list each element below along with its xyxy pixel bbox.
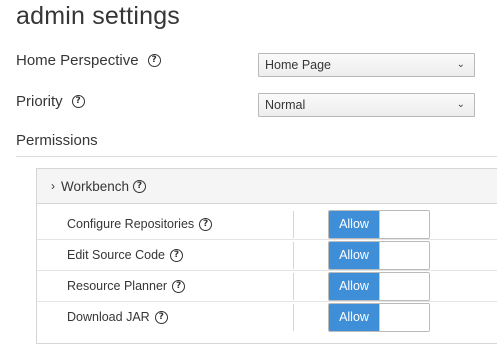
permission-label: Edit Source Code <box>67 248 165 262</box>
column-divider <box>293 242 294 269</box>
chevron-down-icon: ⌄ <box>456 59 465 70</box>
column-divider <box>293 273 294 300</box>
priority-value: Normal <box>265 98 306 112</box>
help-icon[interactable]: ? <box>147 54 161 67</box>
permission-row: Configure Repositories ? Allow <box>37 209 497 240</box>
allow-toggle-on[interactable]: Allow <box>329 242 379 269</box>
chevron-right-icon: › <box>51 179 55 193</box>
column-divider <box>293 211 294 238</box>
allow-toggle[interactable]: Allow <box>328 210 430 239</box>
page-title: admin settings <box>16 2 180 30</box>
column-divider <box>293 304 294 331</box>
allow-toggle-on[interactable]: Allow <box>329 273 379 300</box>
admin-settings-page: admin settings Home Perspective ? Home P… <box>0 0 497 351</box>
permission-label: Resource Planner <box>67 279 168 293</box>
permissions-label: Permissions <box>16 132 98 149</box>
help-icon[interactable]: ? <box>172 279 186 293</box>
help-icon[interactable]: ? <box>133 179 147 193</box>
priority-label: Priority <box>16 93 63 110</box>
permission-label-row: Resource Planner ? <box>67 271 186 301</box>
divider <box>16 156 497 157</box>
allow-toggle[interactable]: Allow <box>328 241 430 270</box>
permissions-panel: › Workbench ? Configure Repositories ? A… <box>36 168 497 344</box>
home-perspective-value: Home Page <box>265 58 332 72</box>
allow-toggle[interactable]: Allow <box>328 303 430 332</box>
allow-toggle-on[interactable]: Allow <box>329 304 379 331</box>
home-perspective-label: Home Perspective <box>16 52 139 69</box>
chevron-down-icon: ⌄ <box>456 99 465 110</box>
help-icon[interactable]: ? <box>71 95 85 108</box>
permission-row: Edit Source Code ? Allow <box>37 240 497 271</box>
permissions-label-row: Permissions <box>16 132 98 149</box>
permission-label-row: Configure Repositories ? <box>67 209 213 239</box>
workbench-section-header[interactable]: › Workbench ? <box>37 169 497 204</box>
allow-toggle-on[interactable]: Allow <box>329 211 379 238</box>
permission-row: Resource Planner ? Allow <box>37 271 497 302</box>
priority-select[interactable]: Normal ⌄ <box>258 93 475 117</box>
allow-toggle-off[interactable] <box>379 242 429 269</box>
permission-label: Configure Repositories <box>67 217 195 231</box>
help-icon[interactable]: ? <box>154 310 168 324</box>
home-perspective-label-row: Home Perspective ? <box>16 52 161 69</box>
permission-row: Download JAR ? Allow <box>37 302 497 333</box>
allow-toggle-off[interactable] <box>379 304 429 331</box>
help-icon[interactable]: ? <box>199 217 213 231</box>
permission-label-row: Edit Source Code ? <box>67 240 183 270</box>
permission-label-row: Download JAR ? <box>67 302 168 332</box>
allow-toggle-off[interactable] <box>379 273 429 300</box>
priority-label-row: Priority ? <box>16 93 85 110</box>
home-perspective-select[interactable]: Home Page ⌄ <box>258 53 475 77</box>
permission-label: Download JAR <box>67 310 150 324</box>
allow-toggle[interactable]: Allow <box>328 272 430 301</box>
allow-toggle-off[interactable] <box>379 211 429 238</box>
workbench-section-title: Workbench <box>61 178 130 194</box>
help-icon[interactable]: ? <box>169 248 183 262</box>
